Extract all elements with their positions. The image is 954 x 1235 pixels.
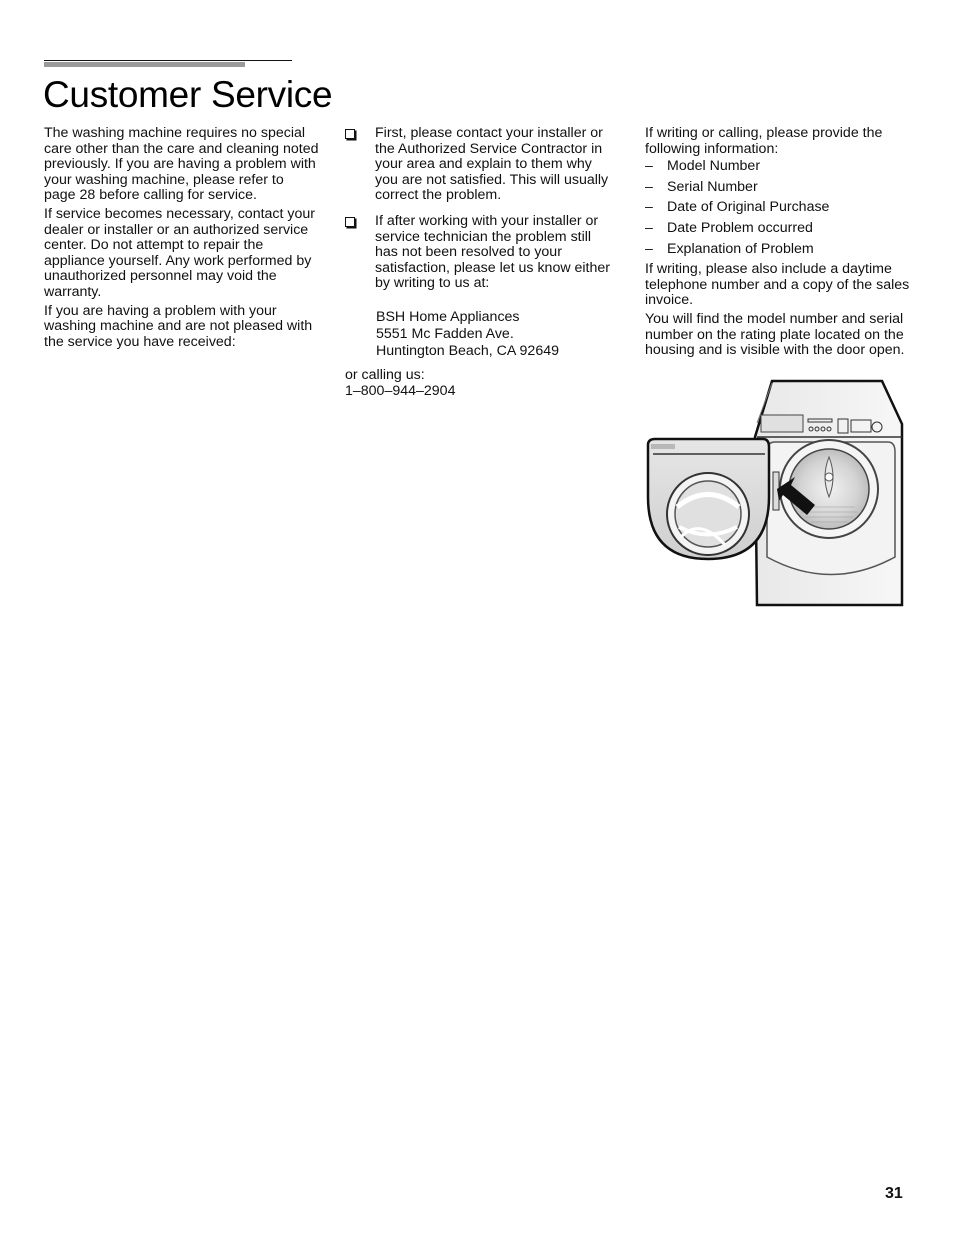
checkbox-bullet-icon (345, 216, 355, 227)
list-item: – Serial Number (645, 178, 758, 195)
intro-paragraph: The washing machine requires no special … (44, 125, 319, 204)
open-door (646, 437, 771, 561)
service-paragraph: If service becomes necessary, contact yo… (44, 205, 315, 300)
checkbox-bullet-item: If after working with your installer or … (345, 212, 615, 292)
mailing-address: BSH Home Appliances 5551 Mc Fadden Ave. … (376, 309, 615, 360)
list-item: – Model Number (645, 158, 761, 175)
list-item: – Date Problem occurred (645, 219, 813, 236)
washing-machine-drawing (646, 379, 904, 607)
dash-marker: – (645, 158, 653, 175)
dash-marker: – (645, 199, 653, 216)
dash-marker: – (645, 219, 653, 236)
phone-number: 1–800–944–2904 (345, 382, 456, 399)
page-title: Customer Service (43, 74, 333, 115)
info-intro: If writing or calling, please provide th… (645, 125, 883, 157)
dash-marker: – (645, 240, 653, 257)
calling-label: or calling us: (345, 366, 425, 383)
header-rule-thin (44, 60, 292, 61)
address-line-company: BSH Home Appliances (376, 308, 520, 325)
problem-paragraph: If you are having a problem with your wa… (44, 302, 313, 350)
address-line-city: Huntington Beach, CA 92649 (376, 342, 559, 359)
list-item: – Explanation of Problem (645, 240, 814, 257)
bullet-text: If after working with your installer or … (375, 212, 611, 292)
phone-block: or calling us: 1–800–944–2904 (345, 366, 615, 399)
list-item: – Date of Original Purchase (645, 199, 830, 216)
washing-machine-illustration (645, 377, 909, 609)
bullet-text: First, please contact your installer or … (375, 125, 609, 204)
column-contact: First, please contact your installer or … (345, 125, 615, 399)
header-rule-thick (44, 62, 245, 67)
checkbox-bullet-item: First, please contact your installer or … (345, 125, 615, 204)
column-information: If writing or calling, please provide th… (645, 125, 920, 362)
checkbox-bullet-icon (345, 129, 355, 139)
rating-plate-note: You will find the model number and seria… (645, 310, 905, 359)
column-intro: The washing machine requires no special … (44, 125, 319, 353)
writing-note: If writing, please also include a daytim… (645, 261, 910, 309)
door-opening (766, 439, 896, 576)
dash-marker: – (645, 178, 653, 195)
address-line-street: 5551 Mc Fadden Ave. (376, 325, 514, 342)
page-number: 31 (885, 1185, 903, 1202)
info-list: – Model Number – Serial Number – Date of Or… (645, 159, 920, 257)
